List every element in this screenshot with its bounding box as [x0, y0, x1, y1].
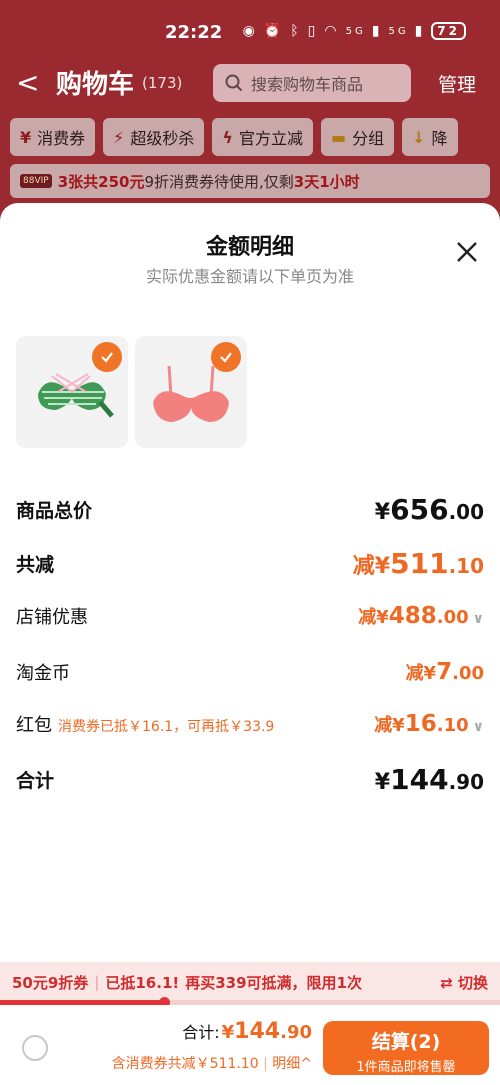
- product-thumbnail[interactable]: [16, 336, 128, 448]
- amount-detail-sheet: 金额明细 实际优惠金额请以下单页为准 商品总价 ¥656.00 共减 减¥ 511…: [0, 203, 500, 1085]
- subtotal-label: 商品总价: [16, 500, 93, 522]
- search-input[interactable]: 搜索购物车商品: [213, 64, 411, 102]
- coupon-promo-strip[interactable]: 50元9折券 | 已抵16.1! 再买339可抵满，限用1次 ⇄ 切换: [0, 962, 500, 1002]
- vip-badge: 88VIP: [20, 174, 52, 188]
- filter-chips: ¥ 消费券 ⚡ 超级秒杀 ϟ 官方立减 ▬ 分组 ↓ 降: [10, 118, 500, 158]
- select-all-radio[interactable]: [22, 1035, 48, 1061]
- chip-label: 官方立减: [238, 129, 303, 148]
- network-label: 5G: [345, 25, 366, 37]
- red-packet-row[interactable]: 红包 消费券已抵￥16.1，可再抵￥33.9 减¥ 16.10 ∨: [16, 711, 484, 737]
- taojinbi-amount: 减¥ 7.00: [405, 659, 484, 685]
- folder-icon: ▬: [330, 127, 347, 147]
- checkout-button[interactable]: 结算(2) 1件商品即将售罄: [323, 1021, 489, 1075]
- eye-icon: ◉: [242, 23, 258, 39]
- total-reduced-amount: 减¥ 511.10: [352, 547, 484, 580]
- chip-label: 降: [431, 129, 448, 148]
- shop-discount-amount: 减¥ 488.00 ∨: [358, 603, 484, 629]
- chip-official-discount[interactable]: ϟ 官方立减: [212, 118, 313, 156]
- product-thumbnail[interactable]: [135, 336, 247, 448]
- checkout-label: 结算(2): [371, 1031, 441, 1053]
- red-packet-note: 消费券已抵￥16.1，可再抵￥33.9: [58, 719, 275, 735]
- promo-applied: 已抵16.1!: [105, 973, 180, 992]
- taojinbi-label: 淘金币: [16, 663, 70, 684]
- grand-total-row: 合计 ¥144.90: [16, 763, 484, 796]
- status-time: 22:22: [165, 22, 223, 43]
- footer-detail-toggle[interactable]: 明细^: [272, 1056, 312, 1072]
- checkout-subtext: 1件商品即将售罄: [356, 1060, 456, 1075]
- promo-hint: 再买339可抵满，限用1次: [185, 973, 362, 992]
- banner-text: 9折消费券待使用,仅剩: [144, 172, 294, 191]
- banner-highlight: 3张共250元: [57, 172, 145, 191]
- network-label: 5G: [388, 25, 409, 37]
- divider: |: [94, 973, 100, 991]
- wifi-icon: ◠: [324, 23, 340, 39]
- red-packet-amount: 减¥ 16.10 ∨: [374, 711, 484, 737]
- search-icon: [225, 74, 243, 92]
- chevron-down-icon: ∨: [472, 719, 484, 735]
- subtotal-amount: ¥656.00: [374, 493, 484, 526]
- lightning-icon: ϟ: [222, 127, 233, 147]
- coupon-reminder-banner[interactable]: 88VIP 3张共250元9折消费券待使用,仅剩3天1小时: [10, 164, 490, 198]
- chip-price-down[interactable]: ↓ 降: [402, 118, 458, 156]
- cart-count: (173): [142, 74, 183, 92]
- shop-discount-label: 店铺优惠: [16, 607, 88, 628]
- promo-coupon: 50元9折券: [12, 973, 89, 992]
- subtotal-row: 商品总价 ¥656.00: [16, 493, 484, 526]
- search-placeholder: 搜索购物车商品: [251, 75, 364, 94]
- taojinbi-row: 淘金币 减¥ 7.00: [16, 659, 484, 685]
- chip-label: 分组: [352, 129, 385, 148]
- alarm-icon: ⏰: [263, 23, 285, 39]
- vibrate-icon: ▯: [307, 23, 319, 39]
- footer-total-amount: ¥144.90: [221, 1019, 312, 1044]
- footer-total-label: 合计:: [182, 1023, 220, 1042]
- grand-total-label: 合计: [16, 770, 55, 792]
- manage-button[interactable]: 管理: [438, 70, 476, 97]
- selected-check-icon[interactable]: [211, 342, 241, 372]
- chip-group[interactable]: ▬ 分组: [320, 118, 395, 156]
- page-title: 购物车: [56, 70, 135, 100]
- battery-indicator: 72: [431, 22, 466, 40]
- checkout-footer: 合计: ¥144.90 含消费券共减￥511.10 | 明细^ 结算(2) 1件…: [0, 1005, 500, 1085]
- footer-discount-text: 含消费券共减￥511.10: [111, 1056, 259, 1072]
- footer-total: 合计: ¥144.90: [182, 1019, 312, 1044]
- grand-total-amount: ¥144.90: [374, 763, 484, 796]
- switch-coupon-button[interactable]: ⇄ 切换: [440, 972, 488, 993]
- sheet-subtitle: 实际优惠金额请以下单页为准: [145, 267, 354, 286]
- sheet-title: 金额明细: [205, 235, 294, 260]
- chip-flash-sale[interactable]: ⚡ 超级秒杀: [103, 118, 205, 156]
- chip-label: 消费券: [37, 129, 86, 148]
- shop-discount-row[interactable]: 店铺优惠 减¥ 488.00 ∨: [16, 603, 484, 629]
- signal-icon: ▮: [414, 23, 426, 39]
- total-reduced-row: 共减 减¥ 511.10: [16, 547, 484, 580]
- flash-sale-icon: ⚡: [113, 127, 125, 147]
- back-button[interactable]: <: [16, 66, 39, 99]
- status-icons: ◉ ⏰ ᛒ ▯ ◠ 5G ▮ 5G ▮ 72: [243, 22, 466, 40]
- red-packet-label: 红包: [16, 715, 52, 736]
- coupon-icon: ¥: [20, 127, 32, 147]
- selected-check-icon[interactable]: [92, 342, 122, 372]
- banner-countdown: 3天1小时: [293, 172, 360, 191]
- bluetooth-icon: ᛒ: [290, 23, 302, 39]
- close-icon[interactable]: [454, 239, 480, 265]
- cart-nav-bar: < 购物车 (173) 搜索购物车商品 管理: [0, 62, 500, 106]
- total-reduced-label: 共减: [16, 554, 55, 576]
- chevron-down-icon: ∨: [472, 611, 484, 627]
- status-bar: 22:22 ◉ ⏰ ᛒ ▯ ◠ 5G ▮ 5G ▮ 72: [0, 0, 500, 64]
- price-down-icon: ↓: [412, 127, 426, 147]
- chip-label: 超级秒杀: [130, 129, 195, 148]
- chip-coupon[interactable]: ¥ 消费券: [10, 118, 96, 156]
- footer-discount-line[interactable]: 含消费券共减￥511.10 | 明细^: [112, 1053, 312, 1073]
- signal-icon: ▮: [371, 23, 383, 39]
